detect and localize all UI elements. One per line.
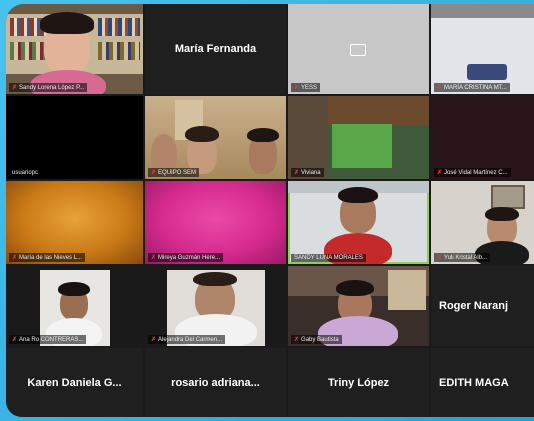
muted-mic-icon: ✗ (437, 255, 443, 261)
muted-mic-icon: ✗ (437, 170, 443, 176)
muted-mic-icon: ✗ (12, 255, 18, 261)
muted-mic-icon: ✗ (294, 170, 300, 176)
screen-share-icon (350, 44, 366, 56)
participant-name: EDITH MAGA (439, 376, 509, 389)
participant-tile[interactable]: EDITH MAGA (431, 348, 534, 417)
participant-name: Roger Naranj (439, 300, 509, 312)
muted-mic-icon: ✗ (437, 85, 443, 91)
participant-tile[interactable]: ✗ Ana Ro CONTRERAS... (6, 266, 143, 346)
participant-tile[interactable]: María Fernanda (145, 4, 286, 94)
participant-name: ✗ Gaby Bautista (291, 335, 342, 344)
participant-name: ✗ Ana Ro CONTRERAS... (9, 335, 87, 344)
video-grid-window: ✗ Sandy Lorena López P... María Fernanda … (6, 4, 534, 417)
participant-tile[interactable]: ✗ Alejandra Del Carmen... (145, 266, 286, 346)
participant-name: ✗ Sandy Lorena López P... (9, 83, 88, 92)
participant-name: rosario adriana... (171, 376, 260, 389)
participant-tile[interactable]: ✗ Viviana (288, 96, 429, 179)
participant-tile[interactable]: ✗ MARÍA CRISTINA MT... (431, 4, 534, 94)
participant-tile[interactable]: ✗ María de las Nieves L... (6, 181, 143, 264)
participant-name: ✗ EQUIPO SEM (148, 168, 200, 177)
participant-tile[interactable]: ✗ José Vidal Martínez C... (431, 96, 534, 179)
participant-tile[interactable]: ✗ YESS (288, 4, 429, 94)
muted-mic-icon: ✗ (294, 85, 300, 91)
participant-tile[interactable]: ✗ Sandy Lorena López P... (6, 4, 143, 94)
participant-name: ✗ MARÍA CRISTINA MT... (434, 83, 510, 92)
participant-tile[interactable]: ✗ EQUIPO SEM (145, 96, 286, 179)
participant-name: ✗ Yuli Kristal Alb... (434, 253, 491, 262)
participant-name: SANDY LUNA MORALES (291, 254, 366, 262)
participant-name: ✗ María de las Nieves L... (9, 253, 86, 262)
muted-mic-icon: ✗ (12, 337, 18, 343)
participant-name: ✗ Viviana (291, 168, 324, 177)
participant-name: usuariopc (9, 169, 42, 177)
active-speaker-tile[interactable]: SANDY LUNA MORALES (288, 181, 429, 264)
muted-mic-icon: ✗ (151, 337, 157, 343)
participant-name: ✗ José Vidal Martínez C... (434, 168, 511, 177)
participant-name: Karen Daniela G... (27, 376, 122, 389)
outer-frame: ✗ Sandy Lorena López P... María Fernanda … (0, 0, 534, 421)
participant-tile[interactable]: usuariopc (6, 96, 143, 179)
participant-tile[interactable]: ✗ Yuli Kristal Alb... (431, 181, 534, 264)
participant-tile[interactable]: Roger Naranj (431, 266, 534, 346)
participant-tile[interactable]: ✗ Mireya Guzmán Here... (145, 181, 286, 264)
participant-name: ✗ Alejandra Del Carmen... (148, 335, 226, 344)
participant-name: María Fernanda (174, 43, 257, 55)
participant-tile[interactable]: Triny López (288, 348, 429, 417)
muted-mic-icon: ✗ (294, 337, 300, 343)
muted-mic-icon: ✗ (12, 85, 18, 91)
participant-tile[interactable]: rosario adriana... (145, 348, 286, 417)
participant-tile[interactable]: ✗ Gaby Bautista (288, 266, 429, 346)
muted-mic-icon: ✗ (151, 170, 157, 176)
muted-mic-icon: ✗ (151, 255, 157, 261)
participant-tile[interactable]: Karen Daniela G... (6, 348, 143, 417)
participant-name: ✗ YESS (291, 83, 321, 92)
participant-name: ✗ Mireya Guzmán Here... (148, 253, 224, 262)
participant-name: Triny López (327, 376, 390, 389)
gallery-view: ✗ Sandy Lorena López P... María Fernanda … (6, 4, 534, 417)
